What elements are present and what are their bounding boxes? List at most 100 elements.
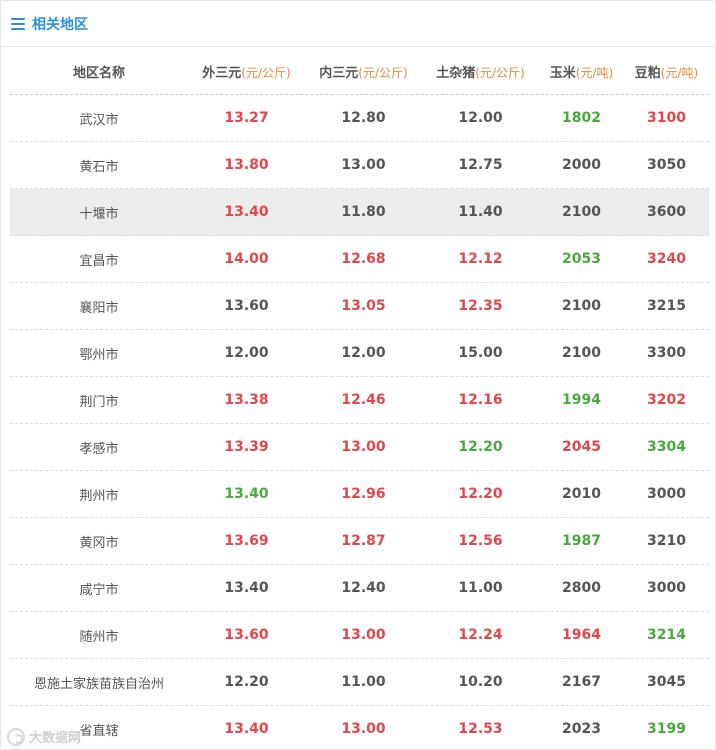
- price-waisanyuan: 13.60: [224, 298, 269, 314]
- price-tuzazhu: 12.35: [458, 298, 503, 314]
- price-waisanyuan: 12.00: [224, 345, 269, 361]
- region-name-link[interactable]: 荆门市: [10, 391, 188, 410]
- price-neisanyuan: 13.00: [341, 439, 386, 455]
- panel-header: 相关地区: [1, 1, 715, 47]
- region-name-link[interactable]: 鄂州市: [10, 344, 188, 363]
- region-name-link[interactable]: 咸宁市: [10, 579, 188, 598]
- price-corn: 2100: [562, 204, 601, 220]
- price-corn: 2053: [562, 251, 601, 267]
- price-corn: 2100: [562, 298, 601, 314]
- column-header-neisanyuan: 内三元(元/公斤): [319, 65, 408, 81]
- price-tuzazhu: 12.16: [458, 392, 503, 408]
- price-waisanyuan: 13.38: [224, 392, 269, 408]
- region-name-link[interactable]: 孝感市: [10, 438, 188, 457]
- price-corn: 2167: [562, 674, 601, 690]
- table-row[interactable]: 黄石市 13.80 13.00 12.75 2000 3050: [10, 142, 709, 189]
- price-soymeal: 3000: [647, 486, 686, 502]
- price-neisanyuan: 11.80: [341, 204, 386, 220]
- price-tuzazhu: 15.00: [458, 345, 503, 361]
- region-name-link[interactable]: 恩施土家族苗族自治州: [10, 673, 188, 692]
- price-tuzazhu: 12.00: [458, 110, 503, 126]
- price-waisanyuan: 13.27: [224, 110, 269, 126]
- table-row[interactable]: 武汉市 13.27 12.80 12.00 1802 3100: [10, 95, 709, 142]
- related-regions-panel: 相关地区 地区名称 外三元(元/公斤) 内三元(元/公斤) 土杂猪(元/公斤) …: [0, 0, 716, 750]
- panel-title: 相关地区: [32, 16, 88, 33]
- price-soymeal: 3215: [647, 298, 686, 314]
- price-tuzazhu: 12.12: [458, 251, 503, 267]
- price-waisanyuan: 13.69: [224, 533, 269, 549]
- region-name-link[interactable]: 襄阳市: [10, 297, 188, 316]
- price-neisanyuan: 11.00: [341, 674, 386, 690]
- table-row[interactable]: 鄂州市 12.00 12.00 15.00 2100 3300: [10, 330, 709, 377]
- logo-icon: [7, 727, 25, 746]
- price-corn: 2045: [562, 439, 601, 455]
- price-waisanyuan: 13.39: [224, 439, 269, 455]
- region-name-link[interactable]: 黄石市: [10, 156, 188, 175]
- price-soymeal: 3240: [647, 251, 686, 267]
- price-tuzazhu: 11.00: [458, 580, 503, 596]
- table-row[interactable]: 十堰市 13.40 11.80 11.40 2100 3600: [10, 189, 709, 236]
- price-waisanyuan: 14.00: [224, 251, 269, 267]
- price-neisanyuan: 12.96: [341, 486, 386, 502]
- price-neisanyuan: 13.00: [341, 157, 386, 173]
- price-neisanyuan: 13.05: [341, 298, 386, 314]
- price-corn: 1987: [562, 533, 601, 549]
- table-row[interactable]: 孝感市 13.39 13.00 12.20 2045 3304: [10, 424, 709, 471]
- price-neisanyuan: 12.46: [341, 392, 386, 408]
- price-soymeal: 3199: [647, 721, 686, 737]
- column-header-tuzazhu: 土杂猪(元/公斤): [436, 65, 525, 81]
- price-soymeal: 3045: [647, 674, 686, 690]
- price-neisanyuan: 13.00: [341, 721, 386, 737]
- price-neisanyuan: 12.00: [341, 345, 386, 361]
- watermark: 大数据网: [7, 727, 81, 746]
- region-name-link[interactable]: 黄冈市: [10, 532, 188, 551]
- region-name-link[interactable]: 随州市: [10, 626, 188, 645]
- price-soymeal: 3210: [647, 533, 686, 549]
- price-corn: 2800: [562, 580, 601, 596]
- price-corn: 2000: [562, 157, 601, 173]
- price-soymeal: 3600: [647, 204, 686, 220]
- table-row[interactable]: 襄阳市 13.60 13.05 12.35 2100 3215: [10, 283, 709, 330]
- column-header-waisanyuan: 外三元(元/公斤): [202, 65, 291, 81]
- price-tuzazhu: 12.20: [458, 486, 503, 502]
- price-neisanyuan: 12.40: [341, 580, 386, 596]
- price-table: 地区名称 外三元(元/公斤) 内三元(元/公斤) 土杂猪(元/公斤) 玉米(元/…: [10, 48, 709, 749]
- price-tuzazhu: 12.53: [458, 721, 503, 737]
- table-row[interactable]: 荆门市 13.38 12.46 12.16 1994 3202: [10, 377, 709, 424]
- price-waisanyuan: 13.60: [224, 627, 269, 643]
- region-name-link[interactable]: 武汉市: [10, 109, 188, 128]
- price-neisanyuan: 12.87: [341, 533, 386, 549]
- table-row[interactable]: 咸宁市 13.40 12.40 11.00 2800 3000: [10, 565, 709, 612]
- price-corn: 1964: [562, 627, 601, 643]
- region-name-link[interactable]: 宜昌市: [10, 250, 188, 269]
- table-row[interactable]: 宜昌市 14.00 12.68 12.12 2053 3240: [10, 236, 709, 283]
- price-tuzazhu: 12.20: [458, 439, 503, 455]
- price-soymeal: 3214: [647, 627, 686, 643]
- price-corn: 1802: [562, 110, 601, 126]
- price-waisanyuan: 13.40: [224, 486, 269, 502]
- price-tuzazhu: 12.75: [458, 157, 503, 173]
- price-neisanyuan: 13.00: [341, 627, 386, 643]
- table-row[interactable]: 省直辖 13.40 13.00 12.53 2023 3199: [10, 706, 709, 749]
- table-row[interactable]: 随州市 13.60 13.00 12.24 1964 3214: [10, 612, 709, 659]
- price-soymeal: 3300: [647, 345, 686, 361]
- region-name-link[interactable]: 荆州市: [10, 485, 188, 504]
- menu-icon[interactable]: [11, 17, 25, 30]
- price-corn: 2100: [562, 345, 601, 361]
- column-header-soymeal: 豆粕(元/吨): [634, 65, 699, 81]
- price-tuzazhu: 12.56: [458, 533, 503, 549]
- price-neisanyuan: 12.80: [341, 110, 386, 126]
- price-corn: 2010: [562, 486, 601, 502]
- price-waisanyuan: 13.40: [224, 721, 269, 737]
- price-neisanyuan: 12.68: [341, 251, 386, 267]
- price-soymeal: 3100: [647, 110, 686, 126]
- table-row[interactable]: 黄冈市 13.69 12.87 12.56 1987 3210: [10, 518, 709, 565]
- table-row[interactable]: 荆州市 13.40 12.96 12.20 2010 3000: [10, 471, 709, 518]
- price-waisanyuan: 13.80: [224, 157, 269, 173]
- region-name-link[interactable]: 十堰市: [10, 203, 188, 222]
- table-row[interactable]: 恩施土家族苗族自治州 12.20 11.00 10.20 2167 3045: [10, 659, 709, 706]
- price-soymeal: 3000: [647, 580, 686, 596]
- table-header-row: 地区名称 外三元(元/公斤) 内三元(元/公斤) 土杂猪(元/公斤) 玉米(元/…: [10, 48, 709, 95]
- price-soymeal: 3202: [647, 392, 686, 408]
- price-soymeal: 3050: [647, 157, 686, 173]
